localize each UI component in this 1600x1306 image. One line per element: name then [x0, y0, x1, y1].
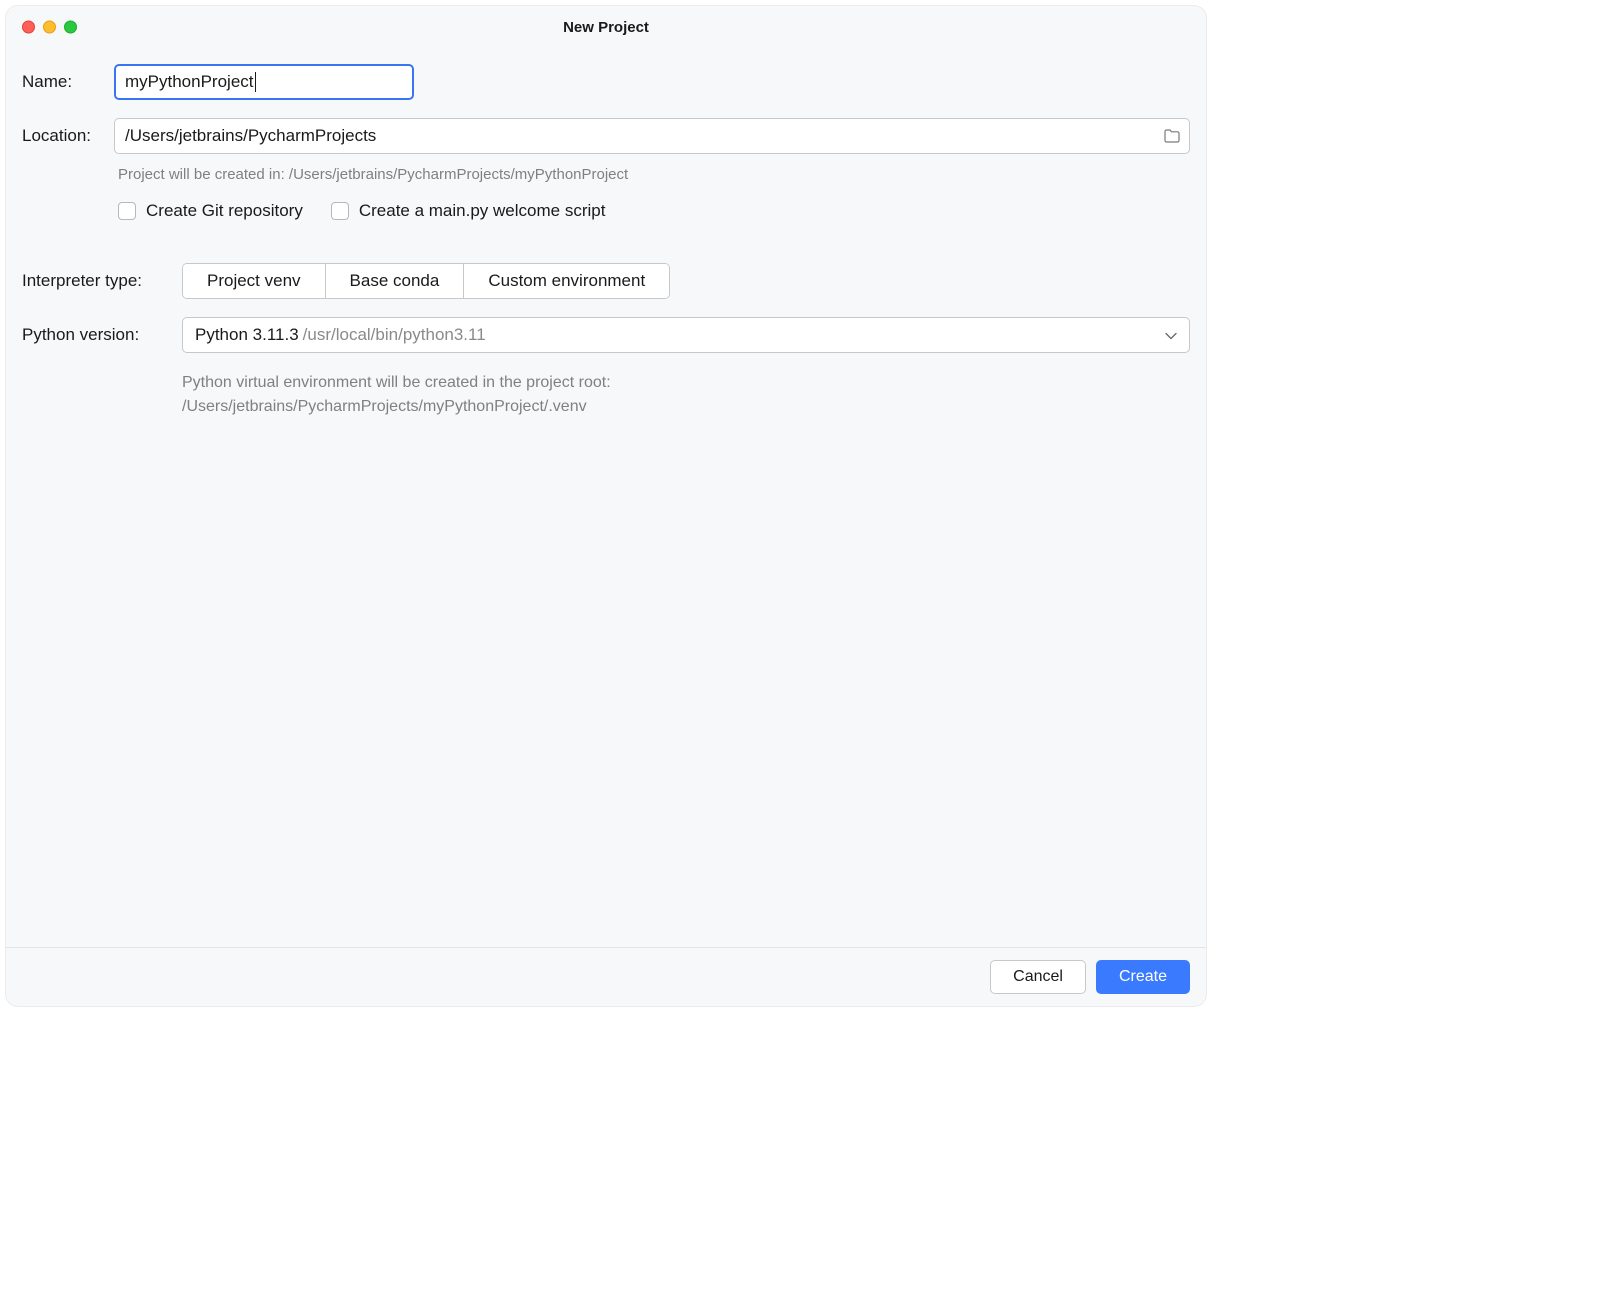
maximize-window-button[interactable] — [64, 21, 77, 34]
python-version-dropdown[interactable]: Python 3.11.3 /usr/local/bin/python3.11 — [182, 317, 1190, 353]
location-input[interactable] — [125, 126, 1163, 146]
browse-folder-icon[interactable] — [1163, 128, 1181, 144]
python-version-value: Python 3.11.3 — [195, 325, 299, 345]
python-version-path: /usr/local/bin/python3.11 — [303, 325, 486, 345]
name-label: Name: — [22, 72, 114, 92]
venv-hint-line1: Python virtual environment will be creat… — [182, 371, 1190, 395]
window-title: New Project — [563, 19, 649, 36]
minimize-window-button[interactable] — [43, 21, 56, 34]
titlebar: New Project — [6, 6, 1206, 48]
segment-project-venv[interactable]: Project venv — [183, 264, 326, 298]
create-git-label: Create Git repository — [146, 201, 303, 221]
checkbox-box-icon — [331, 202, 349, 220]
create-mainpy-label: Create a main.py welcome script — [359, 201, 606, 221]
create-git-checkbox[interactable]: Create Git repository — [118, 201, 303, 221]
new-project-dialog: New Project Name: myPythonProject Locati… — [6, 6, 1206, 1006]
venv-hint-line2: /Users/jetbrains/PycharmProjects/myPytho… — [182, 395, 1190, 419]
text-caret — [255, 72, 256, 92]
chevron-down-icon — [1165, 325, 1177, 345]
cancel-button[interactable]: Cancel — [990, 960, 1086, 994]
project-name-input[interactable]: myPythonProject — [114, 64, 414, 100]
close-window-button[interactable] — [22, 21, 35, 34]
project-name-value: myPythonProject — [125, 72, 254, 92]
location-input-wrap — [114, 118, 1190, 154]
checkbox-box-icon — [118, 202, 136, 220]
segment-custom-env[interactable]: Custom environment — [464, 264, 669, 298]
window-controls — [22, 21, 77, 34]
segment-base-conda[interactable]: Base conda — [326, 264, 465, 298]
python-version-label: Python version: — [22, 325, 182, 345]
location-label: Location: — [22, 126, 114, 146]
dialog-footer: Cancel Create — [6, 947, 1206, 1006]
create-button[interactable]: Create — [1096, 960, 1190, 994]
venv-hint: Python virtual environment will be creat… — [182, 371, 1190, 419]
create-mainpy-checkbox[interactable]: Create a main.py welcome script — [331, 201, 606, 221]
interpreter-type-segmented: Project venv Base conda Custom environme… — [182, 263, 670, 299]
dialog-content: Name: myPythonProject Location: — [6, 48, 1206, 947]
created-in-hint: Project will be created in: /Users/jetbr… — [118, 166, 1190, 183]
interpreter-type-label: Interpreter type: — [22, 271, 182, 291]
